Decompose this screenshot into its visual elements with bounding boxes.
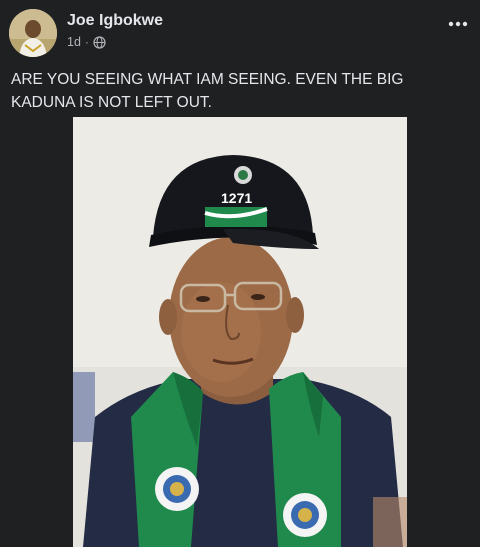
cap-text: 1271 <box>221 190 252 206</box>
author-name[interactable]: Joe Igbokwe <box>67 12 163 30</box>
post-header: Joe Igbokwe 1d · <box>0 0 480 62</box>
more-options-icon[interactable] <box>446 14 470 34</box>
post-photo[interactable]: 1271 <box>73 117 407 547</box>
emblem-left <box>155 467 199 511</box>
meta-separator: · <box>84 35 89 49</box>
post-text: ARE YOU SEEING WHAT IAM SEEING. EVEN THE… <box>11 71 404 111</box>
post-time[interactable]: 1d <box>67 35 81 49</box>
post-meta: 1d · <box>67 34 106 50</box>
emblem-right <box>283 493 327 537</box>
author-avatar[interactable] <box>9 9 57 57</box>
globe-icon <box>93 35 106 49</box>
